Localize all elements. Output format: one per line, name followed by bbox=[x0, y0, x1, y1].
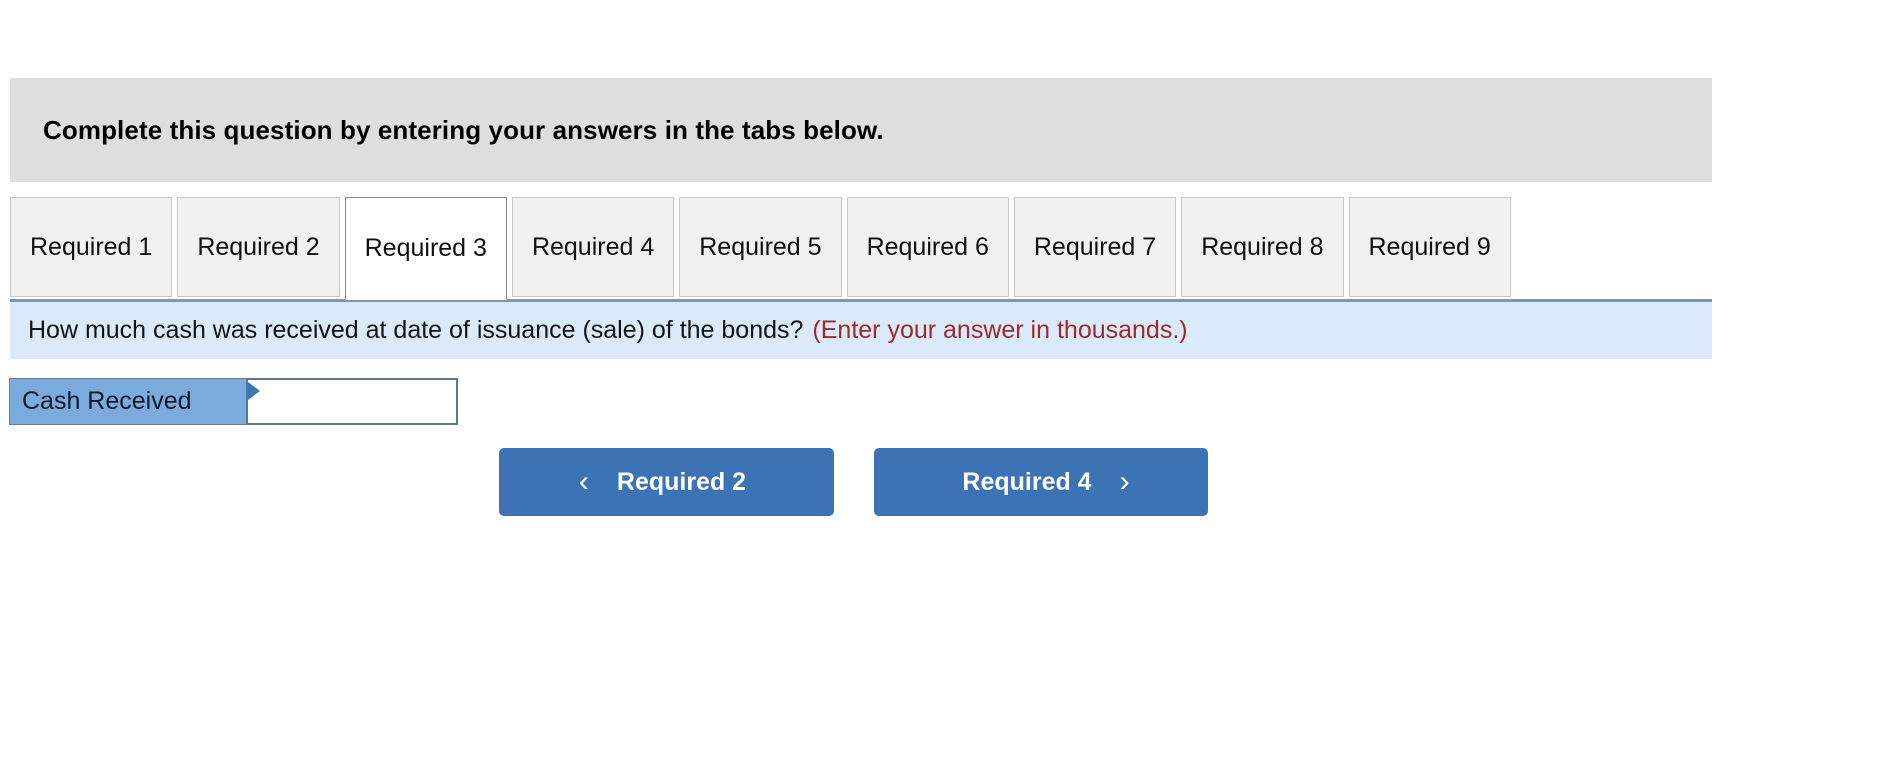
top-clipped-artifact: . bbox=[528, 0, 568, 5]
question-banner: How much cash was received at date of is… bbox=[10, 299, 1712, 359]
cash-received-label: Cash Received bbox=[9, 378, 247, 425]
input-caret-marker-icon bbox=[248, 382, 260, 400]
question-hint: (Enter your answer in thousands.) bbox=[812, 316, 1188, 344]
tab-required-1[interactable]: Required 1 bbox=[10, 197, 173, 297]
next-button-label: Required 4 bbox=[962, 467, 1092, 496]
tab-strip: Required 1 Required 2 Required 3 Required 4… bbox=[10, 197, 1712, 300]
question-prompt: How much cash was received at date of is… bbox=[28, 316, 804, 344]
answer-row: Cash Received bbox=[9, 378, 458, 425]
navigation-buttons: ‹ Required 2 Required 4 › bbox=[499, 448, 1208, 516]
tab-required-5[interactable]: Required 5 bbox=[679, 197, 842, 297]
question-page: . Complete this question by entering you… bbox=[0, 0, 1886, 776]
prev-required-2-button[interactable]: ‹ Required 2 bbox=[499, 448, 834, 516]
cash-received-input[interactable] bbox=[248, 380, 456, 423]
tab-required-4[interactable]: Required 4 bbox=[511, 197, 675, 297]
prev-button-label: Required 2 bbox=[616, 467, 747, 496]
tab-required-8[interactable]: Required 8 bbox=[1181, 197, 1344, 297]
cash-received-input-wrapper[interactable] bbox=[246, 378, 458, 425]
instruction-banner: Complete this question by entering your … bbox=[10, 78, 1712, 182]
tab-required-7[interactable]: Required 7 bbox=[1013, 197, 1177, 297]
next-required-4-button[interactable]: Required 4 › bbox=[874, 448, 1208, 516]
tab-required-6[interactable]: Required 6 bbox=[846, 197, 1009, 297]
instruction-text: Complete this question by entering your … bbox=[43, 114, 884, 145]
tab-required-2[interactable]: Required 2 bbox=[177, 197, 340, 297]
tab-required-9[interactable]: Required 9 bbox=[1348, 197, 1511, 297]
chevron-right-icon: › bbox=[1119, 465, 1130, 498]
chevron-left-icon: ‹ bbox=[578, 465, 589, 498]
tab-required-3[interactable]: Required 3 bbox=[344, 197, 507, 300]
